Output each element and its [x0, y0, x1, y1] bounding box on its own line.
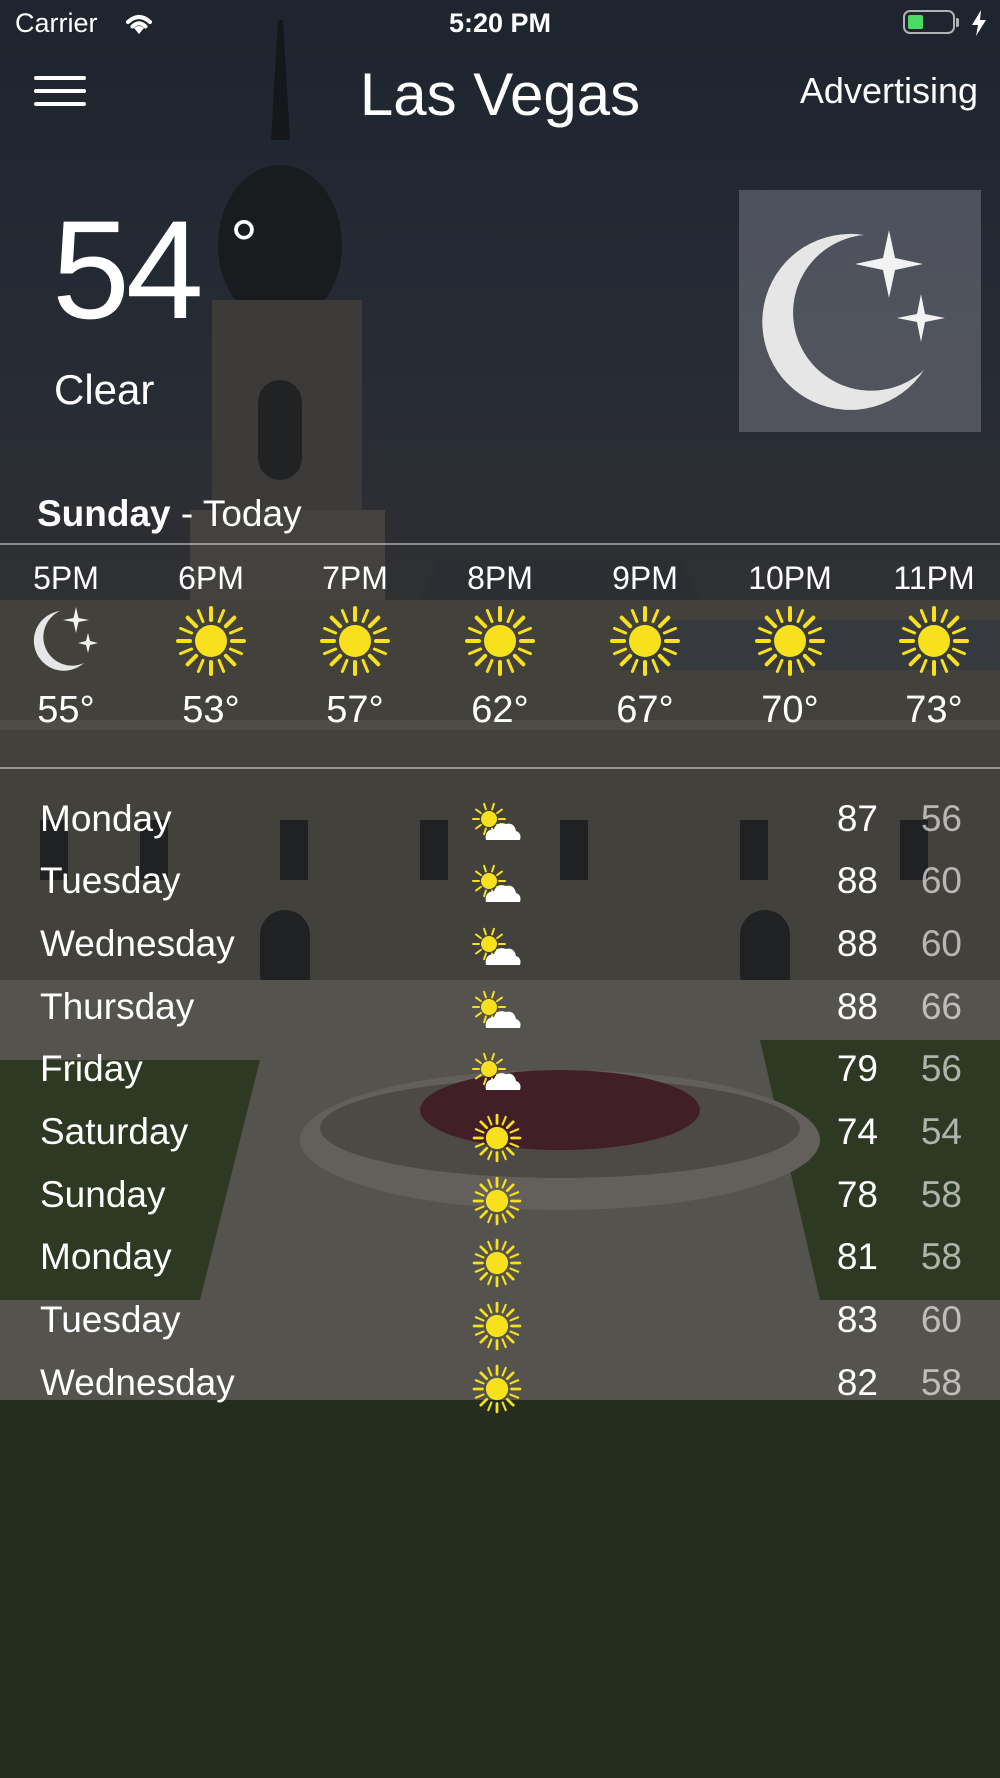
hour-temp: 55°: [37, 689, 95, 731]
day-high: 83: [836, 1299, 878, 1340]
day-name: Tuesday: [40, 860, 181, 901]
daily-row: Thursday 88 66: [0, 980, 1000, 1042]
status-time: 5:20 PM: [448, 8, 552, 38]
day-name: Friday: [40, 1048, 143, 1089]
day-name: Monday: [40, 798, 172, 839]
day-name: Monday: [40, 1236, 172, 1277]
sun-icon: [755, 606, 825, 676]
hour-temp: 53°: [182, 689, 240, 731]
status-bar: Carrier 5:20 PM: [0, 0, 1000, 50]
day-low: 54: [920, 1111, 962, 1152]
current-condition-icon-box: [739, 190, 981, 432]
nav-bar: Las Vegas Advertising: [0, 50, 1000, 140]
battery-tip: [956, 18, 959, 27]
content-layer: Carrier 5:20 PM Las Vegas Advertising 54…: [0, 0, 1000, 1778]
sun-icon: [472, 1113, 522, 1163]
moon-stars-icon: [33, 607, 98, 671]
hour-temp: 67°: [616, 689, 674, 731]
day-name: Tuesday: [40, 1299, 181, 1340]
hour-time: 7PM: [322, 560, 388, 596]
sun-icon: [472, 1364, 522, 1414]
divider-bottom: [0, 767, 1000, 769]
day-name: Sunday: [40, 1174, 166, 1215]
divider-top: [0, 543, 1000, 545]
daily-row: Monday 81 58: [0, 1230, 1000, 1292]
hour-time: 11PM: [893, 560, 975, 596]
day-high: 88: [836, 923, 878, 964]
partly-cloudy-icon: [472, 802, 521, 840]
hourly-item: 7PM 57°: [295, 560, 415, 732]
day-low: 56: [920, 798, 962, 839]
day-name: Saturday: [40, 1111, 189, 1152]
hour-time: 6PM: [178, 560, 244, 596]
sun-icon: [465, 606, 535, 676]
daily-row: Tuesday 88 60: [0, 854, 1000, 916]
advertising-link[interactable]: Advertising: [800, 70, 978, 112]
hourly-item: 5PM 55°: [6, 560, 126, 732]
day-high: 87: [836, 798, 878, 839]
weather-screen: Carrier 5:20 PM Las Vegas Advertising 54…: [0, 0, 1000, 1778]
sun-icon: [320, 606, 390, 676]
battery-level: [908, 15, 923, 29]
hourly-item: 8PM 62°: [440, 560, 560, 732]
hour-temp: 57°: [326, 689, 384, 731]
day-low: 58: [920, 1174, 962, 1215]
day-low: 58: [920, 1236, 962, 1277]
partly-cloudy-icon: [472, 990, 521, 1028]
day-low: 60: [920, 860, 962, 901]
day-high: 88: [836, 986, 878, 1027]
day-low: 58: [920, 1362, 962, 1403]
sun-icon: [472, 1238, 522, 1288]
hourly-item: 6PM 53°: [151, 560, 271, 732]
day-name: Thursday: [40, 986, 195, 1027]
daily-row: Friday 79 56: [0, 1042, 1000, 1104]
hour-temp: 73°: [905, 689, 963, 731]
current-temperature-degree: °: [230, 206, 258, 284]
sun-icon: [472, 1301, 522, 1351]
sun-icon: [472, 1176, 522, 1226]
daily-row: Wednesday 82 58: [0, 1356, 1000, 1418]
daily-row: Monday 87 56: [0, 792, 1000, 854]
hour-temp: 62°: [471, 689, 529, 731]
hour-time: 5PM: [33, 560, 99, 596]
today-suffix: - Today: [170, 493, 302, 534]
partly-cloudy-icon: [472, 927, 521, 965]
battery-icon: [903, 10, 955, 34]
day-low: 60: [920, 1299, 962, 1340]
hour-temp: 70°: [761, 689, 819, 731]
current-temperature: 54: [52, 191, 204, 348]
sun-icon: [176, 606, 246, 676]
today-heading: Sunday - Today: [37, 493, 302, 535]
daily-row: Saturday 74 54: [0, 1105, 1000, 1167]
hourly-item: 11PM 73°: [874, 560, 994, 732]
charging-bolt-icon: [972, 10, 986, 36]
daily-row: Wednesday 88 60: [0, 917, 1000, 979]
day-high: 78: [836, 1174, 878, 1215]
day-low: 56: [920, 1048, 962, 1089]
daily-row: Sunday 78 58: [0, 1168, 1000, 1230]
daily-row: Tuesday 83 60: [0, 1293, 1000, 1355]
day-high: 81: [836, 1236, 878, 1277]
hourly-item: 10PM 70°: [730, 560, 850, 732]
day-high: 82: [836, 1362, 878, 1403]
sun-icon: [899, 606, 969, 676]
partly-cloudy-icon: [472, 864, 521, 902]
day-name: Wednesday: [40, 1362, 235, 1403]
sun-icon: [610, 606, 680, 676]
current-condition: Clear: [54, 366, 155, 413]
hourly-forecast: 5PM 55° 6PM 53° 7PM 57° 8PM 62° 9PM 67° …: [0, 560, 1000, 765]
hour-time: 9PM: [612, 560, 678, 596]
hour-time: 10PM: [748, 560, 832, 596]
day-high: 79: [836, 1048, 878, 1089]
day-name: Wednesday: [40, 923, 235, 964]
today-day: Sunday: [37, 493, 171, 534]
hourly-item: 9PM 67°: [585, 560, 705, 732]
moon-stars-icon: [762, 230, 945, 410]
day-high: 74: [836, 1111, 878, 1152]
day-low: 60: [920, 923, 962, 964]
partly-cloudy-icon: [472, 1052, 521, 1090]
day-low: 66: [920, 986, 962, 1027]
hour-time: 8PM: [467, 560, 533, 596]
day-high: 88: [836, 860, 878, 901]
